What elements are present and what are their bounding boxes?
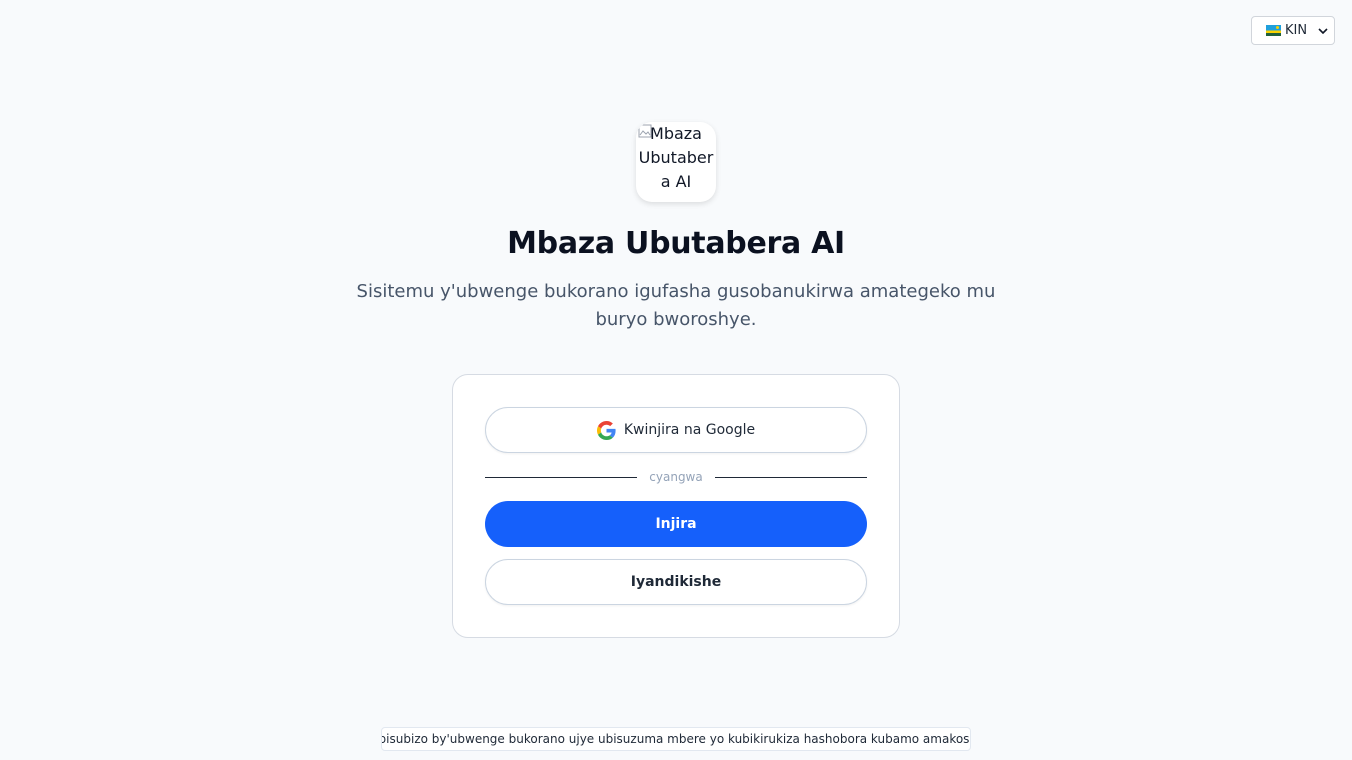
chevron-down-icon xyxy=(1316,27,1330,34)
rwanda-flag-icon xyxy=(1266,25,1281,36)
page-subtitle: Sisitemu y'ubwenge bukorano igufasha gus… xyxy=(356,281,996,330)
divider-text: cyangwa xyxy=(649,470,703,484)
disclaimer-text: ibisubizo by'ubwenge bukorano ujye ubisu… xyxy=(381,732,971,746)
auth-card: Kwinjira na Google cyangwa Injira Iyandi… xyxy=(452,374,900,638)
broken-image-icon xyxy=(638,124,652,138)
page-title: Mbaza Ubutabera AI xyxy=(507,226,845,261)
login-button[interactable]: Injira xyxy=(485,501,867,547)
divider-line-right xyxy=(714,476,868,478)
divider-line-left xyxy=(485,476,638,478)
google-icon xyxy=(596,420,616,440)
login-button-label: Injira xyxy=(655,516,697,532)
language-select-value: KIN xyxy=(1285,23,1308,38)
or-divider: cyangwa xyxy=(485,467,868,487)
google-signin-label: Kwinjira na Google xyxy=(623,422,756,438)
ai-disclaimer: ibisubizo by'ubwenge bukorano ujye ubisu… xyxy=(381,727,971,751)
app-logo: Mbaza Ubutabera AI xyxy=(636,122,716,202)
language-select[interactable]: KIN xyxy=(1251,16,1335,45)
register-button-label: Iyandikishe xyxy=(630,574,722,590)
google-signin-button[interactable]: Kwinjira na Google xyxy=(485,407,867,453)
register-button[interactable]: Iyandikishe xyxy=(485,559,867,605)
